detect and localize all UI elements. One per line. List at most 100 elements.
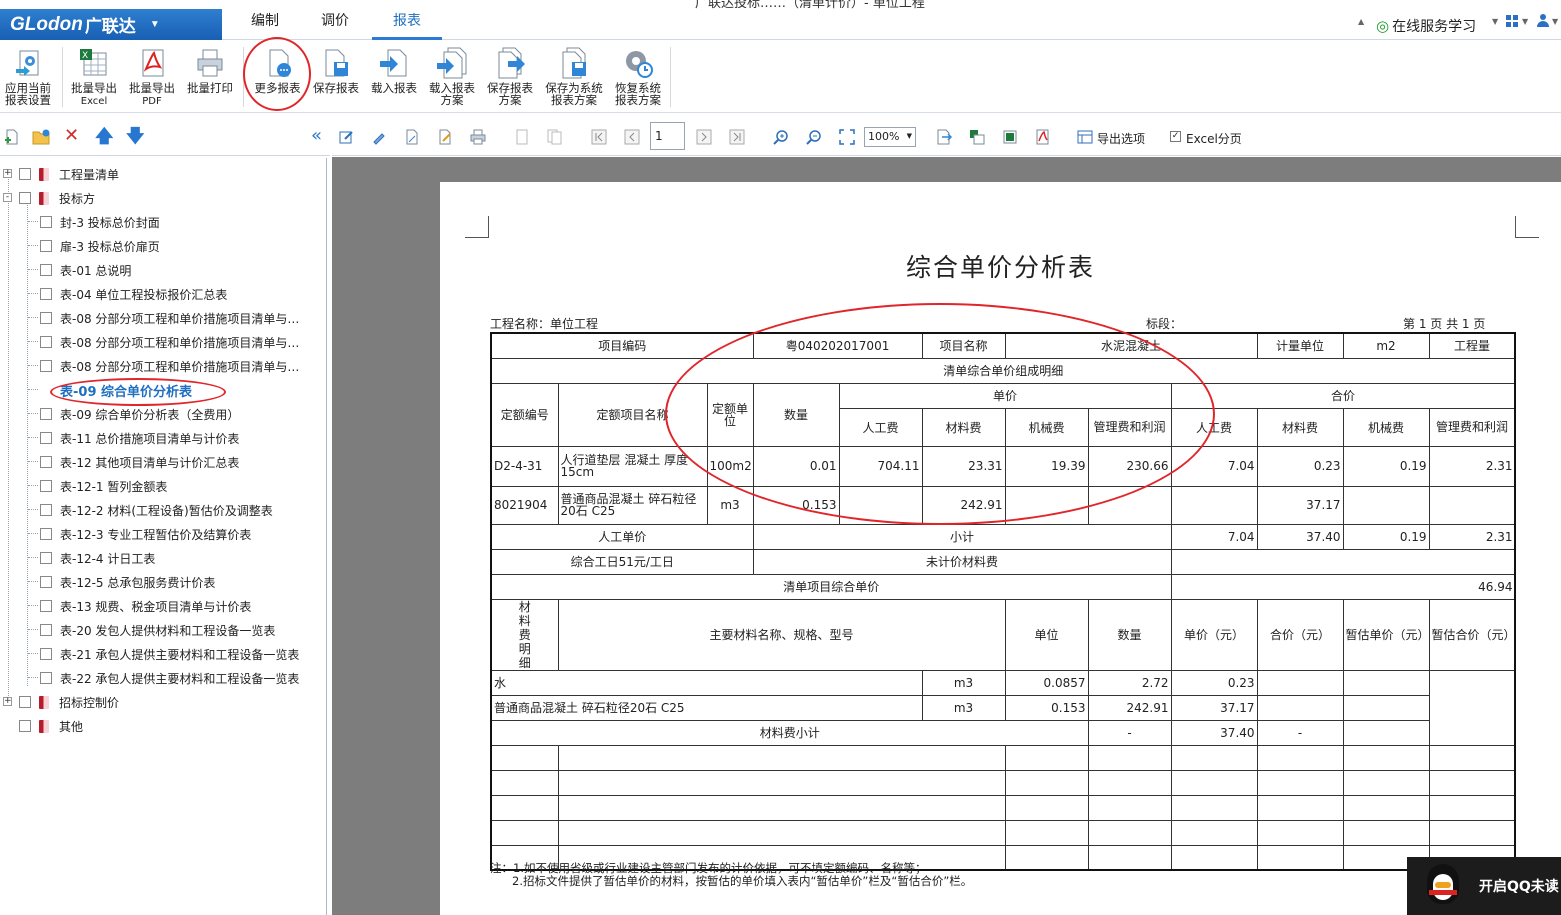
export-options-button[interactable]: 导出选项 — [1097, 130, 1145, 147]
tree-checkbox[interactable] — [40, 600, 52, 612]
online-help-dropdown-icon[interactable]: ▼ — [1492, 17, 1498, 26]
user-dropdown-icon[interactable]: ▼ — [1552, 17, 1558, 26]
qq-notification-popup[interactable]: 开启QQ未读 — [1407, 857, 1561, 915]
tab-edit[interactable]: 编制 — [240, 10, 290, 40]
tree-item[interactable]: 表-01 总说明 — [28, 258, 131, 282]
tree-checkbox[interactable] — [19, 192, 31, 204]
first-page-icon[interactable] — [591, 129, 607, 145]
move-up-icon[interactable]: 🡅 — [95, 124, 114, 154]
delete-icon[interactable]: ✕ — [64, 125, 79, 146]
next-page-icon[interactable] — [696, 129, 712, 145]
tree-checkbox[interactable] — [40, 672, 52, 684]
multi-page-icon[interactable] — [547, 129, 563, 145]
tree-item[interactable]: 扉-3 投标总价扉页 — [28, 234, 160, 258]
tree-checkbox[interactable] — [40, 576, 52, 588]
tree-item[interactable]: 表-13 规费、税金项目清单与计价表 — [28, 594, 251, 618]
page-number-input[interactable]: 1 — [650, 122, 685, 150]
zoom-select[interactable]: 100% ▼ — [864, 127, 916, 147]
tree-checkbox[interactable] — [40, 240, 52, 252]
tree-checkbox[interactable] — [40, 408, 52, 420]
zoom-out-icon[interactable] — [806, 129, 822, 145]
tree-item[interactable]: 表-21 承包人提供主要材料和工程设备一览表 — [28, 642, 299, 666]
tree-group-1[interactable]: - 投标方 — [3, 186, 95, 210]
tab-reports[interactable]: 报表 — [372, 10, 442, 40]
tree-checkbox[interactable] — [40, 624, 52, 636]
load-report-button[interactable]: 载入报表 — [367, 45, 421, 94]
tree-checkbox[interactable] — [40, 552, 52, 564]
tree-item[interactable]: 封-3 投标总价封面 — [28, 210, 160, 234]
tree-item[interactable]: 表-08 分部分项工程和单价措施项目清单与… — [28, 354, 299, 378]
tree-checkbox[interactable] — [40, 264, 52, 276]
tree-item[interactable]: 表-12-5 总承包服务费计价表 — [28, 570, 215, 594]
tree-item[interactable]: 表-08 分部分项工程和单价措施项目清单与… — [28, 330, 299, 354]
tree-item[interactable]: 表-04 单位工程投标报价汇总表 — [28, 282, 227, 306]
tree-item[interactable]: 表-12-4 计日工表 — [28, 546, 155, 570]
tree-item[interactable]: 表-12-1 暂列金额表 — [28, 474, 167, 498]
tree-item[interactable]: 表-12-3 专业工程暂估价及结算价表 — [28, 522, 251, 546]
batch-print-button[interactable]: 批量打印 — [184, 45, 236, 94]
collapse-panel-icon[interactable]: « — [311, 125, 322, 146]
tree-item[interactable]: 表-12 其他项目清单与计价汇总表 — [28, 450, 239, 474]
tree-checkbox[interactable] — [40, 216, 52, 228]
tree-checkbox[interactable] — [40, 480, 52, 492]
glodon-logo[interactable]: GLodon 广联达 ▼ — [0, 9, 222, 40]
save-report-button[interactable]: 保存报表 — [309, 45, 363, 94]
tree-checkbox[interactable] — [40, 360, 52, 372]
export-pdf-icon[interactable] — [1035, 129, 1051, 145]
batch-export-pdf-button[interactable]: 批量导出 PDF — [126, 45, 178, 108]
tree-item[interactable]: 表-12-2 材料(工程设备)暂估价及调整表 — [28, 498, 273, 522]
export-sheet-icon[interactable] — [1002, 129, 1018, 145]
logo-dropdown-icon[interactable]: ▼ — [150, 19, 160, 30]
single-page-icon[interactable] — [514, 129, 530, 145]
tree-checkbox[interactable] — [19, 696, 31, 708]
tree-checkbox[interactable] — [40, 432, 52, 444]
new-folder-icon[interactable] — [32, 129, 50, 145]
tree-item[interactable]: 表-22 承包人提供主要材料和工程设备一览表 — [28, 666, 299, 690]
zoom-in-icon[interactable] — [773, 129, 789, 145]
save-report-scheme-button[interactable]: 保存报表 方案 — [483, 45, 537, 106]
online-help-link[interactable]: ◎ 在线服务学习 — [1376, 16, 1476, 36]
tree-item[interactable]: 表-08 分部分项工程和单价措施项目清单与… — [28, 306, 299, 330]
user-icon[interactable] — [1537, 14, 1549, 27]
move-down-icon[interactable]: 🡇 — [126, 124, 145, 154]
load-report-scheme-button[interactable]: 载入报表 方案 — [425, 45, 479, 106]
page-setup-icon[interactable] — [404, 129, 420, 145]
grid-view-icon[interactable] — [1506, 15, 1518, 27]
apply-current-report-settings-button[interactable]: 应用当前 报表设置 — [2, 45, 54, 106]
tab-adjust-price[interactable]: 调价 — [310, 10, 360, 40]
tree-checkbox[interactable] — [40, 456, 52, 468]
collapse-ribbon-icon[interactable]: ▲ — [1358, 17, 1364, 26]
tree-checkbox[interactable] — [19, 168, 31, 180]
tree-checkbox[interactable] — [40, 648, 52, 660]
tree-checkbox[interactable] — [40, 312, 52, 324]
tree-group-2[interactable]: + 招标控制价 — [3, 690, 119, 714]
design-icon[interactable] — [371, 129, 387, 145]
tree-checkbox[interactable] — [40, 336, 52, 348]
tree-item[interactable]: 表-20 发包人提供材料和工程设备一览表 — [28, 618, 275, 642]
tree-item[interactable]: 表-11 总价措施项目清单与计价表 — [28, 426, 239, 450]
tree-group-3[interactable]: 其他 — [19, 714, 83, 738]
tree-checkbox[interactable] — [19, 720, 31, 732]
edit-report-icon[interactable] — [338, 129, 354, 145]
save-as-system-scheme-button[interactable]: 保存为系统 报表方案 — [541, 45, 607, 106]
excel-paging-checkbox[interactable]: ✓ — [1170, 131, 1181, 142]
expand-icon[interactable]: + — [3, 169, 12, 178]
tree-checkbox[interactable] — [40, 288, 52, 300]
tree-checkbox[interactable] — [40, 528, 52, 540]
collapse-icon[interactable]: - — [3, 193, 12, 202]
grid-dropdown-icon[interactable]: ▼ — [1522, 17, 1528, 26]
edit-text-icon[interactable] — [437, 129, 453, 145]
restore-system-scheme-button[interactable]: 恢复系统 报表方案 — [611, 45, 665, 106]
prev-page-icon[interactable] — [624, 129, 640, 145]
last-page-icon[interactable] — [729, 129, 745, 145]
expand-icon[interactable]: + — [3, 697, 12, 706]
export-excel-icon[interactable] — [969, 129, 985, 145]
new-report-icon[interactable] — [4, 129, 20, 145]
export-icon[interactable] — [936, 129, 952, 145]
print-icon[interactable] — [470, 129, 486, 145]
fit-page-icon[interactable] — [839, 129, 855, 145]
save-scheme-label-2: 方案 — [498, 93, 522, 107]
batch-export-excel-button[interactable]: X 批量导出 Excel — [68, 45, 120, 108]
tree-group-0[interactable]: + 工程量清单 — [3, 162, 119, 186]
tree-checkbox[interactable] — [40, 504, 52, 516]
